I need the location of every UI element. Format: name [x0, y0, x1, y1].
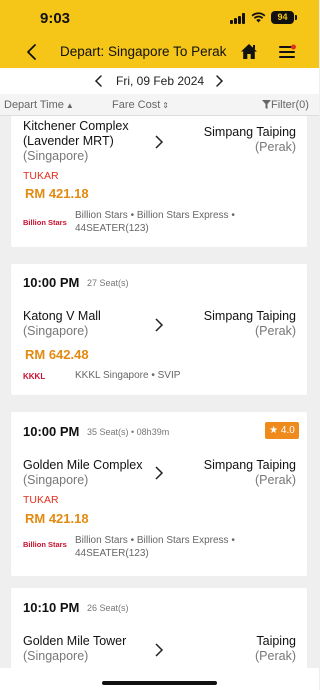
- trip-price: RM 421.18: [25, 186, 89, 201]
- kkkl-logo: KKKL: [23, 372, 45, 381]
- trip-from-state: (Singapore): [23, 473, 89, 487]
- trip-operator: Billion Stars • Billion Stars Express • …: [75, 535, 235, 559]
- filter-label: Filter(0): [271, 99, 309, 111]
- wifi-icon: [251, 12, 266, 23]
- tukar-tag: TUKAR: [23, 170, 59, 182]
- trip-to: Simpang Taiping: [203, 309, 296, 323]
- sort-both-icon: ⇕: [162, 101, 169, 110]
- logo-text: Billion Stars: [23, 218, 67, 227]
- signal-icon: [230, 13, 246, 24]
- billion-stars-logo: Billion Stars: [23, 218, 67, 227]
- trip-to: Taiping: [256, 634, 296, 648]
- logo-text: Billion Stars: [23, 540, 67, 549]
- sort-fare-label: Fare Cost: [112, 99, 161, 111]
- trip-from-state: (Singapore): [23, 649, 89, 663]
- page-title: Depart: Singapore To Perak: [60, 44, 227, 59]
- nav-bar: Depart: Singapore To Perak: [0, 36, 319, 68]
- trip-time: 10:10 PM: [23, 600, 80, 615]
- trip-price: RM 421.18: [25, 511, 89, 526]
- trip-to-state: (Perak): [255, 473, 296, 487]
- selected-date: Fri, 09 Feb 2024: [116, 74, 205, 88]
- filter-icon: [262, 100, 271, 109]
- sort-bar: Depart Time ▲ Fare Cost ⇕ Filter(0): [0, 94, 319, 116]
- trip-to-state: (Perak): [255, 140, 296, 154]
- trip-to-state: (Perak): [255, 324, 296, 338]
- trip-seats: 27 Seat(s): [87, 278, 129, 288]
- trip-from: Katong V Mall: [23, 309, 101, 323]
- trip-to: Simpang Taiping: [203, 458, 296, 472]
- trip-time: 10:00 PM: [23, 275, 80, 290]
- arrow-right-icon: [155, 318, 164, 332]
- trip-to: Simpang Taiping: [203, 125, 296, 139]
- trip-seats: 26 Seat(s): [87, 603, 129, 613]
- arrow-right-icon: [155, 643, 164, 657]
- battery-tip: [295, 15, 297, 20]
- logo-text: KKKL: [23, 372, 45, 381]
- trip-card[interactable]: 10:00 PM 27 Seat(s) Katong V Mall (Singa…: [11, 264, 307, 395]
- trip-list[interactable]: Kitchener Complex (Lavender MRT) (Singap…: [0, 116, 319, 668]
- trip-from: Kitchener Complex: [23, 119, 129, 133]
- trip-time: 10:00 PM: [23, 424, 80, 439]
- trip-card[interactable]: Kitchener Complex (Lavender MRT) (Singap…: [11, 116, 307, 247]
- trip-price: RM 642.48: [25, 347, 89, 362]
- status-time: 9:03: [40, 10, 71, 27]
- arrow-right-icon: [155, 135, 164, 149]
- arrow-right-icon: [155, 466, 164, 480]
- back-chevron-icon[interactable]: [22, 41, 42, 63]
- trip-from: Golden Mile Tower: [23, 634, 127, 648]
- sort-depart-label: Depart Time: [4, 99, 64, 111]
- home-indicator[interactable]: [102, 681, 217, 685]
- trip-seats: 35 Seat(s) • 08h39m: [87, 427, 170, 437]
- trip-card[interactable]: 10:10 PM 26 Seat(s) Golden Mile Tower (S…: [11, 588, 307, 668]
- trip-from: Golden Mile Complex: [23, 458, 143, 472]
- date-selector: Fri, 09 Feb 2024: [0, 68, 319, 94]
- billion-stars-logo: Billion Stars: [23, 540, 67, 549]
- trip-from-detail: (Lavender MRT): [23, 134, 114, 148]
- trip-operator: Billion Stars • Billion Stars Express • …: [75, 210, 235, 234]
- menu-icon[interactable]: [278, 44, 296, 60]
- status-bar: 9:03 94: [0, 0, 319, 36]
- chevron-left-icon[interactable]: [91, 72, 107, 90]
- trip-from-state: (Singapore): [23, 324, 89, 338]
- tukar-tag: TUKAR: [23, 494, 59, 506]
- home-icon[interactable]: [240, 43, 258, 60]
- trip-from-state: (Singapore): [23, 149, 89, 163]
- app-header: 9:03 94 Depart: Singapore To Perak: [0, 0, 319, 68]
- battery-icon: 94: [271, 11, 294, 24]
- rating-badge: ★ 4.0: [265, 422, 299, 439]
- trip-card[interactable]: 10:00 PM 35 Seat(s) • 08h39m ★ 4.0 Golde…: [11, 412, 307, 576]
- sort-depart-time[interactable]: Depart Time ▲: [4, 99, 74, 111]
- trip-operator: KKKL Singapore • SVIP: [75, 370, 181, 381]
- sort-fare-cost[interactable]: Fare Cost ⇕: [112, 99, 169, 111]
- sort-asc-icon: ▲: [65, 101, 74, 110]
- chevron-right-icon[interactable]: [211, 72, 227, 90]
- home-indicator-area: [0, 668, 319, 690]
- filter-button[interactable]: Filter(0): [262, 99, 309, 111]
- trip-to-state: (Perak): [255, 649, 296, 663]
